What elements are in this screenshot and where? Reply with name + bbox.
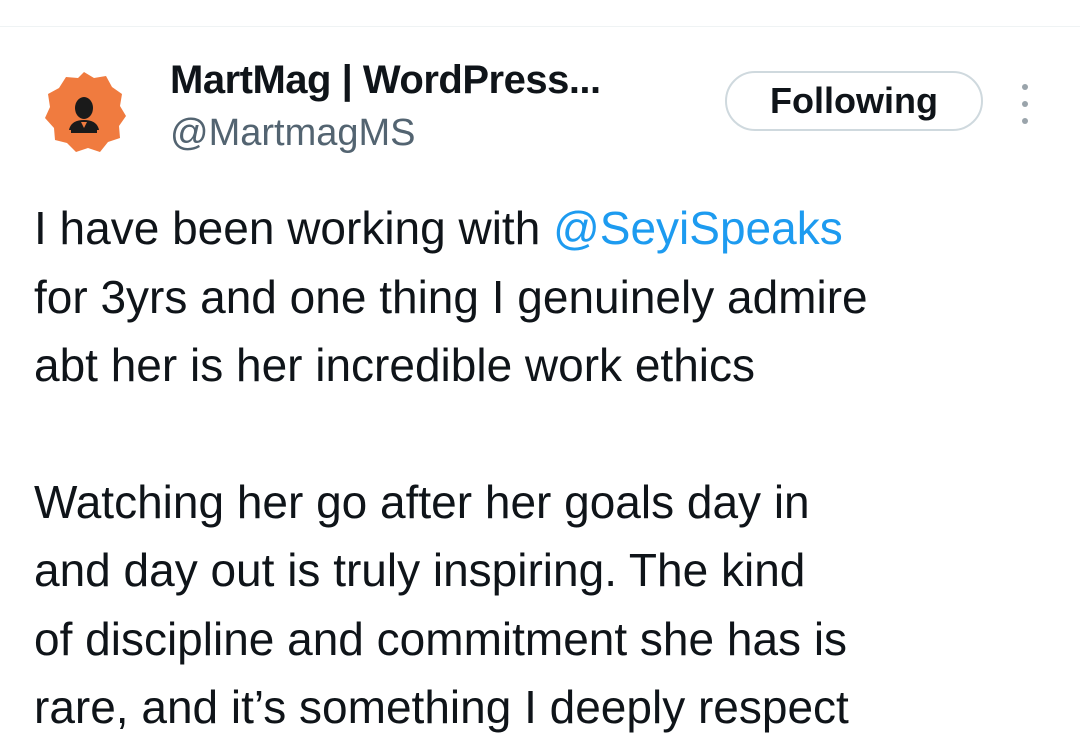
author-name[interactable]: MartMag | WordPress... (170, 58, 601, 103)
tweet-line: and day out is truly inspiring. The kind (34, 544, 806, 596)
mention-link[interactable]: @SeyiSpeaks (553, 202, 843, 254)
more-dot (1022, 101, 1028, 107)
tweet-line: abt her is her incredible work ethics (34, 339, 755, 391)
tweet-card: MartMag | WordPress... @MartmagMS Follow… (0, 0, 1080, 752)
avatar-image (45, 72, 126, 152)
tweet-line: rare, and it’s something I deeply respec… (34, 681, 849, 733)
tweet-line: Watching her go after her goals day in (34, 475, 810, 528)
tweet-line-prefix: I have been working with (34, 202, 554, 254)
tweet-line: I have been working with @SeyiSpeaks (34, 194, 1064, 263)
tweet-text: I have been working with @SeyiSpeaks for… (34, 194, 1064, 742)
tweet-line: of discipline and commitment she has is (34, 612, 848, 665)
author-handle[interactable]: @MartmagMS (170, 112, 416, 155)
more-dot (1022, 118, 1028, 124)
more-options-icon[interactable] (1010, 84, 1040, 124)
avatar[interactable] (42, 70, 126, 154)
more-dot (1022, 84, 1028, 90)
tweet-line: for 3yrs and one thing I genuinely admir… (34, 270, 868, 323)
following-button[interactable]: Following (725, 71, 983, 131)
